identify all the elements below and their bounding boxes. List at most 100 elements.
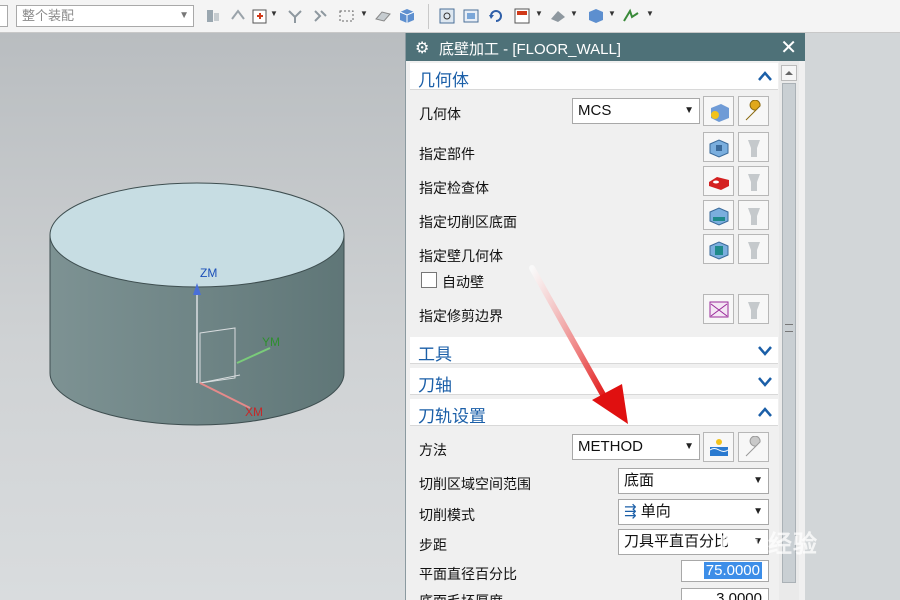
chevron-down-icon[interactable]: ▼ <box>608 9 616 18</box>
select-icon[interactable] <box>251 7 269 25</box>
specify-check-button[interactable] <box>703 166 734 196</box>
box-select-icon[interactable] <box>338 7 356 25</box>
chevron-up-icon[interactable] <box>757 69 773 83</box>
chevron-down-icon[interactable]: ▼ <box>270 9 278 18</box>
cut-pattern-label: 切削模式 <box>419 507 475 523</box>
new-geometry-button[interactable] <box>703 96 734 126</box>
edit-method-button[interactable] <box>738 432 769 462</box>
graphics-viewport[interactable]: ZM YM XM <box>0 33 405 600</box>
watermark-logo: Bai 经验 <box>720 531 819 558</box>
filter-icon[interactable] <box>286 7 304 25</box>
close-icon[interactable]: ✕ <box>780 35 797 60</box>
specify-wall-button[interactable] <box>703 234 734 264</box>
stepover-value: 刀具平直百分比 <box>624 533 730 550</box>
layout-icon[interactable] <box>513 7 531 25</box>
section-path-settings-title: 刀轨设置 <box>418 407 486 426</box>
trim-boundary-icon <box>709 301 729 318</box>
move-icon[interactable] <box>229 7 247 25</box>
cut-pattern-value: 单向 <box>640 503 671 520</box>
specify-cut-floor-button[interactable] <box>703 200 734 230</box>
specify-wall-label: 指定壁几何体 <box>419 248 503 264</box>
part-icon <box>709 139 729 158</box>
geometry-select[interactable]: MCS ▼ <box>572 98 700 124</box>
diameter-percent-input[interactable]: 75.0000 <box>681 560 769 582</box>
section-geometry-header[interactable]: 几何体 <box>410 63 778 90</box>
axis-label-z: ZM <box>200 266 218 280</box>
assembly-scope-select[interactable]: 整个装配 ▼ <box>16 5 194 27</box>
floor-stock-input[interactable]: 3.0000 <box>681 588 769 600</box>
cut-range-value: 底面 <box>624 472 655 489</box>
chevron-down-icon[interactable] <box>757 343 773 357</box>
cut-range-select[interactable]: 底面 ▼ <box>618 468 769 494</box>
scroll-up-button[interactable] <box>781 65 797 81</box>
section-tool-axis-title: 刀轴 <box>418 376 452 395</box>
cut-pattern-select[interactable]: ⇶ 单向 ▼ <box>618 499 769 525</box>
analysis-icon[interactable] <box>622 7 640 25</box>
specify-part-button[interactable] <box>703 132 734 162</box>
specify-trim-button[interactable] <box>703 294 734 324</box>
wrench-icon <box>745 436 761 457</box>
new-method-icon <box>709 439 729 456</box>
cut-range-label: 切削区域空间范围 <box>419 476 531 492</box>
dialog-scrollbar[interactable] <box>779 61 799 600</box>
geometry-value: MCS <box>578 102 612 119</box>
display-check-button[interactable] <box>738 166 769 196</box>
auto-wall-label: 自动壁 <box>442 274 484 290</box>
edit-geometry-button[interactable] <box>738 96 769 126</box>
auto-wall-checkbox[interactable] <box>421 272 437 288</box>
chevron-down-icon[interactable]: ▼ <box>360 9 368 18</box>
refresh-icon[interactable] <box>487 7 505 25</box>
new-method-button[interactable] <box>703 432 734 462</box>
render-icon[interactable] <box>549 7 567 25</box>
geometry-label: 几何体 <box>419 106 461 122</box>
axis-label-y: YM <box>262 335 280 349</box>
specify-cut-floor-label: 指定切削区底面 <box>419 214 517 230</box>
display-cut-floor-button[interactable] <box>738 200 769 230</box>
flashlight-icon <box>748 302 760 319</box>
wall-geometry-icon <box>709 241 729 260</box>
chevron-up-icon <box>785 71 793 75</box>
flashlight-icon <box>748 174 760 191</box>
method-select[interactable]: METHOD ▼ <box>572 434 700 460</box>
pattern-icon[interactable] <box>312 7 330 25</box>
display-wall-button[interactable] <box>738 234 769 264</box>
view-fit-icon[interactable] <box>438 7 456 25</box>
dialog-title: 底壁加工 - [FLOOR_WALL] <box>439 41 621 58</box>
gear-icon: ⚙ <box>415 40 430 57</box>
specify-check-label: 指定检查体 <box>419 180 489 196</box>
cylinder-model[interactable] <box>0 33 405 600</box>
section-tool-title: 工具 <box>418 345 452 364</box>
specify-trim-label: 指定修剪边界 <box>419 308 503 324</box>
chevron-down-icon: ▼ <box>179 10 189 21</box>
scroll-thumb[interactable] <box>782 83 796 583</box>
chevron-down-icon: ▼ <box>684 441 694 452</box>
diameter-percent-label: 平面直径百分比 <box>419 566 517 582</box>
cut-floor-icon <box>709 207 729 226</box>
cube-icon[interactable] <box>398 7 416 25</box>
check-body-icon <box>709 177 729 190</box>
wrench-icon <box>745 100 761 121</box>
view-cube-icon[interactable] <box>587 7 605 25</box>
prev-select-edge[interactable] <box>0 5 8 27</box>
dialog-title-bar[interactable]: ⚙ 底壁加工 - [FLOOR_WALL] ✕ <box>406 33 805 61</box>
grip-icon <box>785 324 793 332</box>
chevron-down-icon[interactable]: ▼ <box>570 9 578 18</box>
floor-stock-value: 3.0000 <box>716 590 762 600</box>
shade-icon[interactable] <box>374 7 392 25</box>
display-part-button[interactable] <box>738 132 769 162</box>
chevron-up-icon[interactable] <box>757 405 773 419</box>
snap-icon[interactable] <box>204 7 222 25</box>
chevron-down-icon[interactable] <box>757 374 773 388</box>
specify-part-label: 指定部件 <box>419 146 475 162</box>
chevron-down-icon: ▼ <box>753 475 763 486</box>
flashlight-icon <box>748 208 760 225</box>
chevron-down-icon: ▼ <box>684 105 694 116</box>
assembly-scope-value: 整个装配 <box>22 8 75 23</box>
chevron-down-icon[interactable]: ▼ <box>646 9 654 18</box>
display-trim-button[interactable] <box>738 294 769 324</box>
screenshot-icon[interactable] <box>462 7 480 25</box>
stepover-label: 步距 <box>419 537 447 553</box>
flashlight-icon <box>748 242 760 259</box>
chevron-down-icon[interactable]: ▼ <box>535 9 543 18</box>
section-geometry-title: 几何体 <box>418 71 469 90</box>
